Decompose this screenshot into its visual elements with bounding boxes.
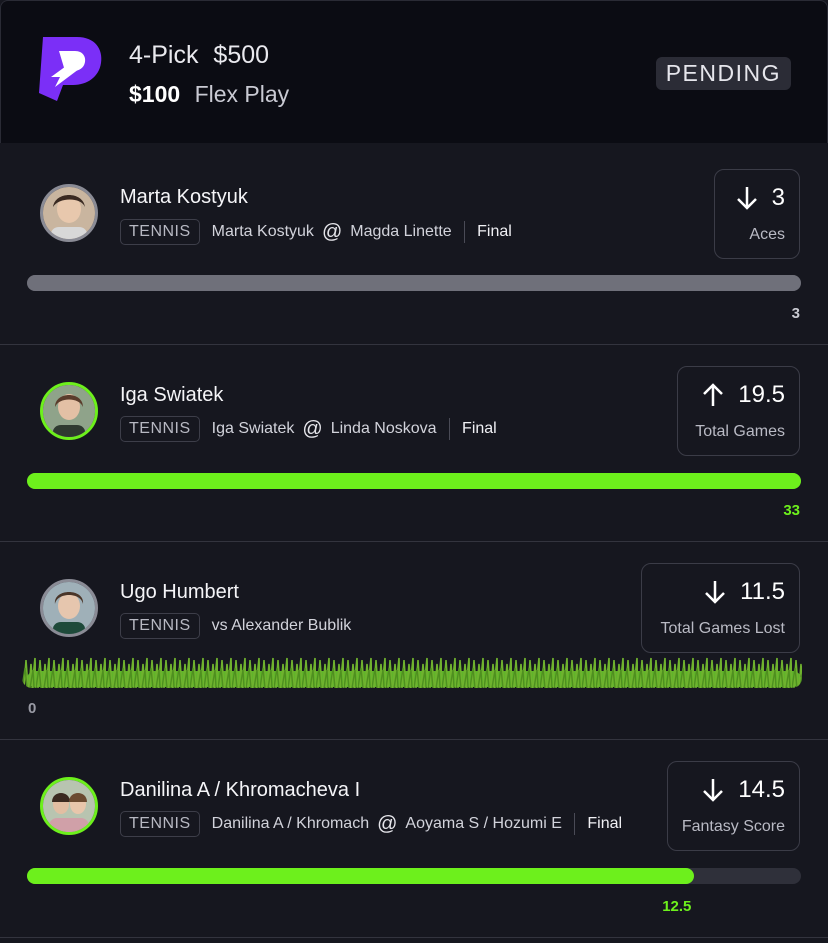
- pick-card[interactable]: Marta Kostyuk TENNIS Marta Kostyuk @ Mag…: [0, 143, 828, 345]
- result-value: 33: [783, 502, 800, 519]
- result-value: 12.5: [662, 898, 692, 915]
- projection-box: 3 Aces: [714, 169, 800, 259]
- opponent-name: Linda Noskova: [330, 420, 437, 437]
- game-status: Final: [477, 223, 512, 240]
- projection-box: 14.5 Fantasy Score: [667, 761, 800, 851]
- pick-card[interactable]: Iga Swiatek TENNIS Iga Swiatek @ Linda N…: [0, 345, 828, 542]
- sport-tag: TENNIS: [120, 811, 200, 837]
- entry-title: 4-Pick $500: [129, 41, 269, 70]
- team-name: Danilina A / Khromach: [211, 815, 370, 832]
- sport-tag: TENNIS: [120, 416, 200, 442]
- arrow-down-icon: [703, 779, 724, 802]
- projection-line: 11.5: [740, 578, 785, 605]
- grass-texture-icon: [22, 656, 802, 688]
- status-badge: PENDING: [655, 57, 791, 90]
- game-status: Final: [587, 815, 623, 832]
- pick-card[interactable]: Danilina A / Khromacheva I TENNIS Danili…: [0, 740, 828, 938]
- stat-type: Total Games: [695, 423, 785, 440]
- player-name: Ugo Humbert: [120, 581, 239, 603]
- progress-bar: [27, 275, 801, 291]
- progress-bar: [27, 473, 801, 489]
- entry-subtitle: $100 Flex Play: [129, 81, 289, 108]
- player-name: Iga Swiatek: [120, 384, 224, 406]
- progress-bar: [27, 868, 801, 884]
- player-name: Marta Kostyuk: [120, 186, 248, 208]
- match-info: TENNIS Danilina A / Khromach @ Aoyama S …: [120, 811, 622, 837]
- match-info: TENNIS vs Alexander Bublik: [120, 613, 351, 639]
- game-status: Final: [462, 420, 497, 437]
- divider: [448, 418, 451, 440]
- projection-line: 14.5: [738, 776, 785, 803]
- pick-count: 4-Pick: [129, 41, 199, 69]
- opponent-name: Aoyama S / Hozumi E: [405, 815, 562, 832]
- opponent-name: Magda Linette: [350, 223, 452, 240]
- at-symbol: @: [377, 812, 398, 835]
- projection-line: 19.5: [738, 381, 785, 408]
- entry-header: 4-Pick $500 $100 Flex Play PENDING: [0, 0, 828, 143]
- arrow-down-icon: [705, 581, 725, 604]
- projection-box: 11.5 Total Games Lost: [641, 563, 800, 653]
- player-photo-icon: [40, 382, 98, 440]
- projection-box: 19.5 Total Games: [677, 366, 800, 456]
- team-name: Iga Swiatek: [211, 420, 295, 437]
- matchup: vs Alexander Bublik: [211, 617, 352, 634]
- stat-type: Fantasy Score: [681, 818, 785, 835]
- stat-type: Aces: [749, 226, 785, 243]
- progress-fill: [27, 275, 801, 291]
- player-name: Danilina A / Khromacheva I: [120, 779, 361, 801]
- match-info: TENNIS Iga Swiatek @ Linda Noskova Final: [120, 416, 497, 442]
- divider: [463, 221, 466, 243]
- entry-amount: $100: [129, 81, 181, 107]
- player-photo-icon: [40, 184, 98, 242]
- sport-tag: TENNIS: [120, 219, 200, 245]
- projection-line: 3: [771, 184, 785, 211]
- arrow-up-icon: [703, 383, 724, 406]
- at-symbol: @: [302, 417, 323, 440]
- arrow-down-icon: [736, 187, 757, 210]
- play-type: Flex Play: [194, 81, 290, 107]
- prizepicks-logo-icon: [39, 37, 102, 101]
- payout-amount: $500: [213, 41, 270, 69]
- player-photo-icon: [40, 579, 98, 637]
- result-value: 3: [791, 305, 800, 322]
- divider: [573, 813, 576, 835]
- sport-tag: TENNIS: [120, 613, 200, 639]
- progress-fill: [27, 473, 801, 489]
- stat-type: Total Games Lost: [660, 620, 786, 637]
- at-symbol: @: [321, 220, 343, 243]
- result-value: 0: [28, 700, 37, 717]
- pick-card[interactable]: Ugo Humbert TENNIS vs Alexander Bublik 1…: [0, 542, 828, 740]
- player-photo-icon: [40, 777, 98, 835]
- match-info: TENNIS Marta Kostyuk @ Magda Linette Fin…: [120, 219, 512, 245]
- team-name: Marta Kostyuk: [211, 223, 314, 240]
- progress-fill: [27, 868, 695, 884]
